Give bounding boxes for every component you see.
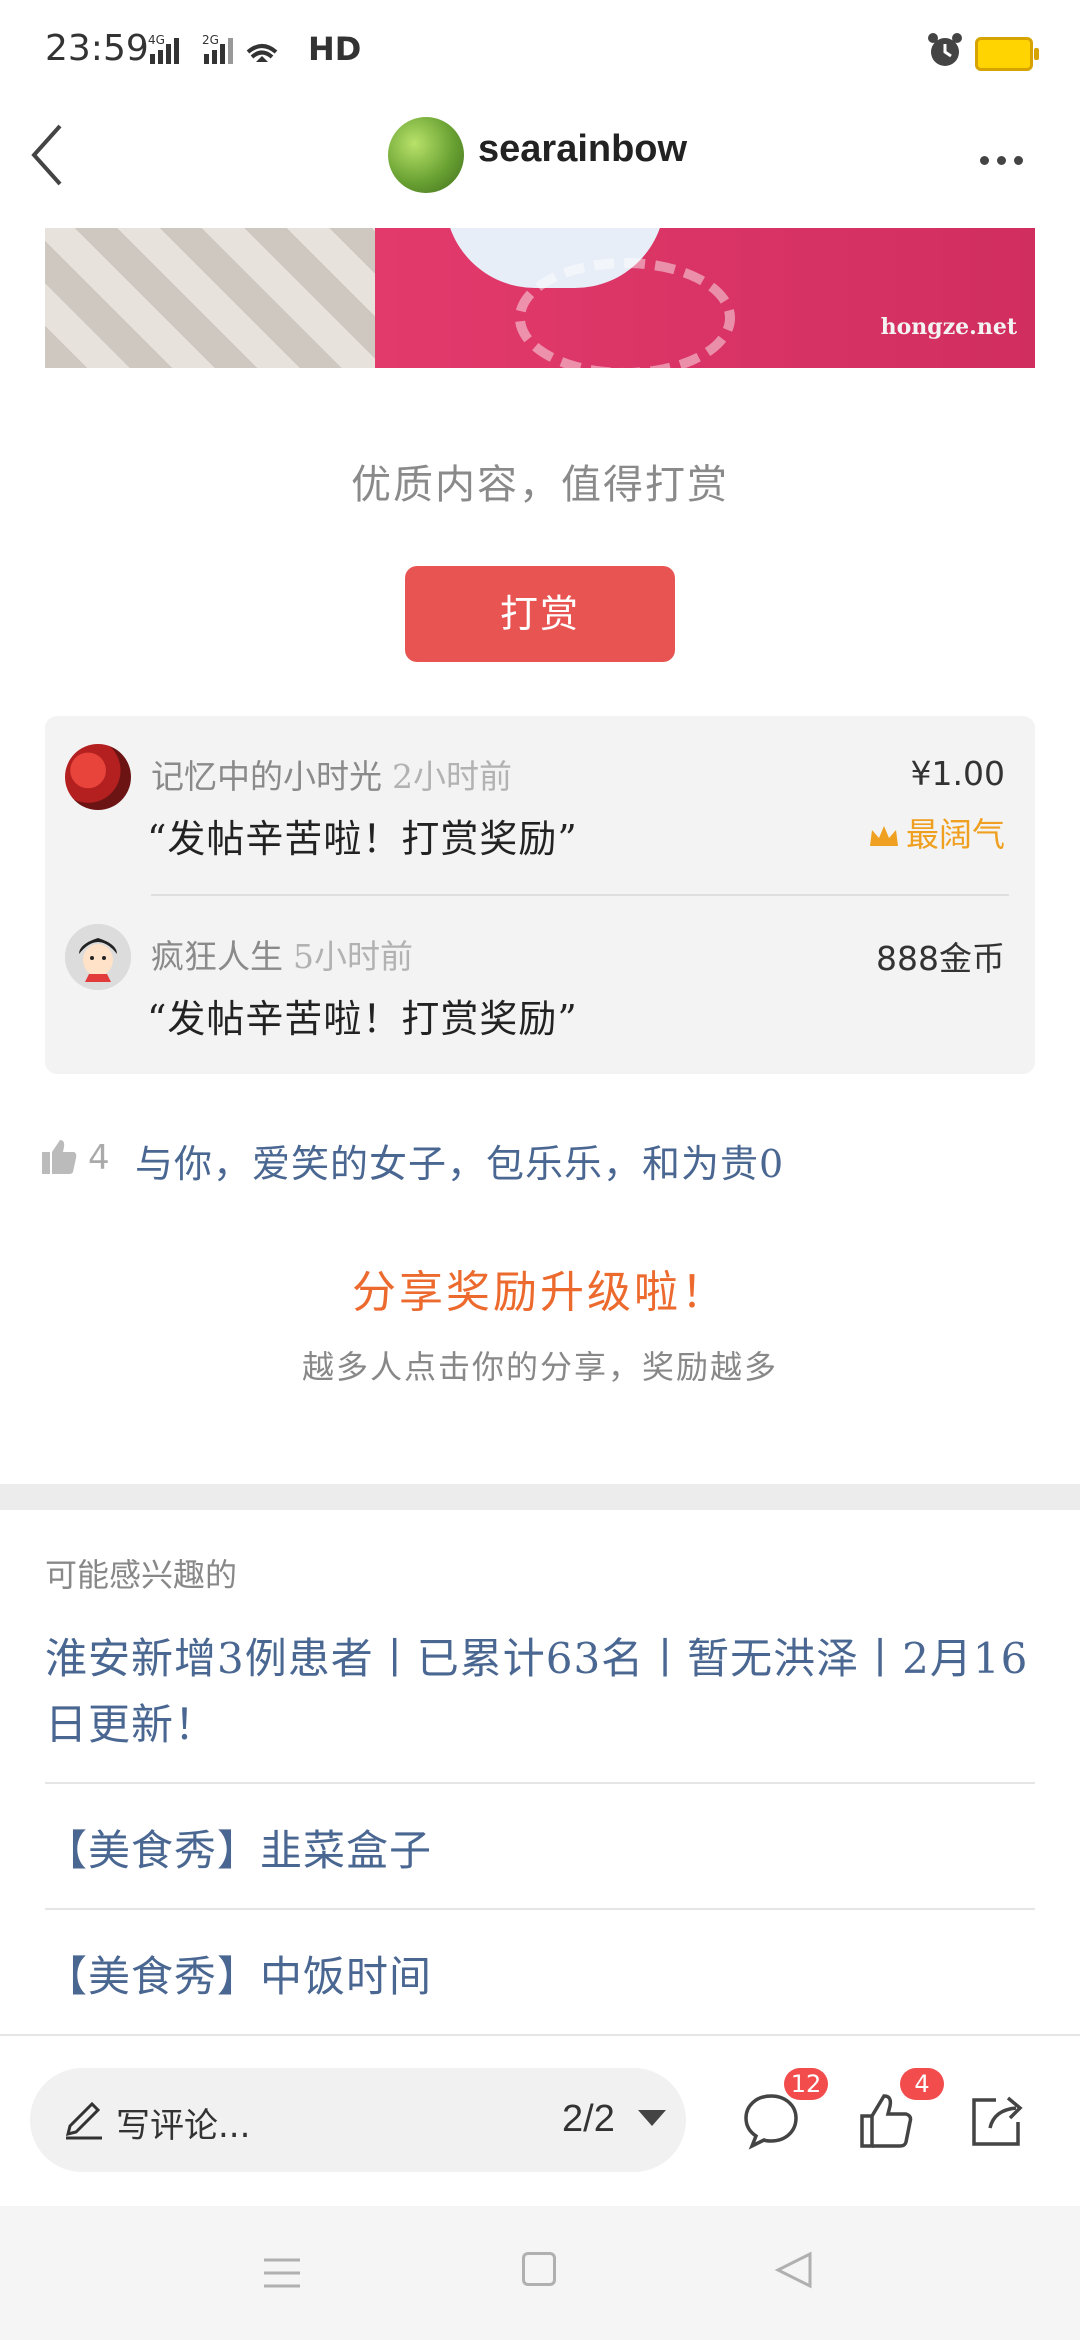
comment-placeholder[interactable]: 写评论... — [116, 2098, 250, 2147]
network-label: HD — [308, 30, 362, 68]
tipper-name[interactable]: 记忆中的小时光 — [151, 757, 382, 796]
crown-icon — [870, 826, 898, 846]
svg-text:4G: 4G — [148, 33, 165, 47]
image-watermark: hongze.net — [880, 314, 1017, 340]
tip-amount: ¥1.00 — [910, 754, 1005, 793]
home-icon[interactable] — [522, 2252, 556, 2286]
divider — [151, 894, 1009, 896]
tip-message: “发帖辛苦啦！打赏奖励” — [147, 817, 578, 861]
divider — [45, 1908, 1035, 1910]
chevron-down-icon[interactable] — [638, 2110, 666, 2126]
tips-list: 记忆中的小时光 2小时前 “发帖辛苦啦！打赏奖励” ¥1.00 最阔气 疯狂人生 5… — [45, 716, 1035, 1074]
tip-message: “发帖辛苦啦！打赏奖励” — [147, 997, 578, 1041]
more-icon[interactable] — [980, 150, 1031, 169]
recommendation-item[interactable]: 淮安新增3例患者丨已累计63名丨暂无洪泽丨2月16日更新！ — [45, 1626, 1035, 1758]
top-tipper-badge: 最阔气 — [868, 808, 1005, 856]
like-count: 4 — [88, 1138, 110, 1178]
like-count-badge: 4 — [900, 2068, 944, 2100]
share-promo-title[interactable]: 分享奖励升级啦！ — [0, 1256, 1080, 1320]
status-time: 23:59 — [45, 28, 149, 69]
username[interactable]: searainbow — [478, 128, 687, 171]
section-divider — [0, 1484, 1080, 1510]
menu-icon[interactable] — [262, 2256, 302, 2290]
likers-list[interactable]: 与你，爱笑的女子，包乐乐，和为贵0 — [135, 1133, 784, 1188]
svg-text:2G: 2G — [202, 33, 219, 47]
reward-prompt: 优质内容，值得打赏 — [351, 462, 729, 508]
tip-time: 2小时前 — [392, 757, 512, 796]
pencil-icon — [65, 2101, 102, 2140]
avatar[interactable] — [388, 117, 464, 193]
badge-label: 最阔气 — [906, 815, 1005, 854]
avatar[interactable] — [65, 744, 131, 810]
battery-icon — [975, 37, 1039, 71]
comment-icon[interactable] — [740, 2090, 802, 2152]
tipper-name[interactable]: 疯狂人生 — [151, 937, 283, 976]
back-icon[interactable] — [28, 120, 68, 190]
tip-amount: 888金币 — [876, 939, 1005, 978]
avatar[interactable] — [65, 924, 131, 990]
comment-count-badge: 12 — [784, 2068, 828, 2100]
thumbs-up-icon — [42, 1140, 77, 1174]
reward-button[interactable]: 打赏 — [405, 566, 675, 662]
share-icon[interactable] — [966, 2090, 1028, 2152]
back-triangle-icon[interactable] — [774, 2250, 814, 2290]
divider — [45, 1782, 1035, 1784]
page-indicator[interactable]: 2/2 — [562, 2098, 615, 2141]
share-promo-subtitle: 越多人点击你的分享，奖励越多 — [301, 1348, 778, 1386]
tip-time: 5小时前 — [293, 937, 413, 976]
recommendation-item[interactable]: 【美食秀】韭菜盒子 — [45, 1818, 1035, 1884]
recommendation-item[interactable]: 【美食秀】中饭时间 — [45, 1944, 1035, 2010]
signal-icon: 4G 2G — [148, 33, 278, 64]
alarm-icon — [928, 33, 962, 66]
status-bar: 23:59 4G 2G HD — [0, 0, 1080, 100]
tip-meta: 记忆中的小时光 2小时前 — [151, 750, 512, 798]
thumbs-up-icon[interactable] — [856, 2090, 918, 2152]
tip-meta: 疯狂人生 5小时前 — [151, 930, 413, 978]
recommendations-header: 可能感兴趣的 — [45, 1556, 238, 1594]
post-image[interactable]: hongze.net — [45, 228, 1035, 368]
